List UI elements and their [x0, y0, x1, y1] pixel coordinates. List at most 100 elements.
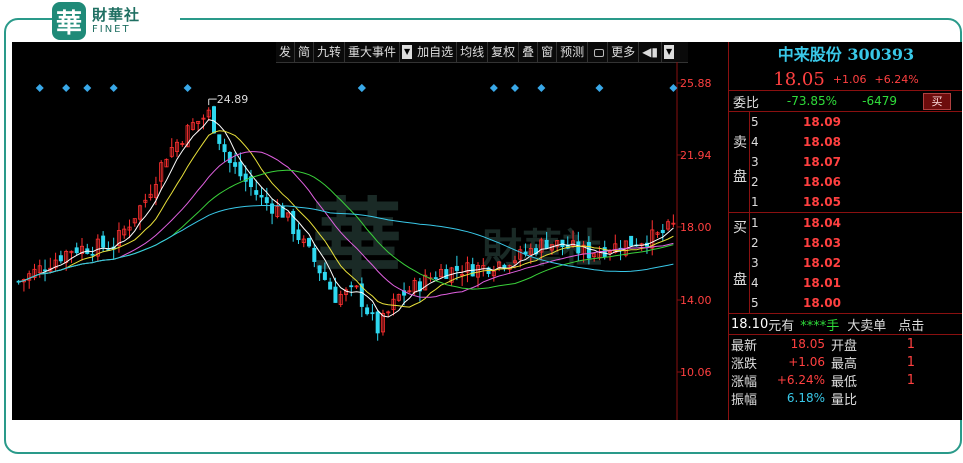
- toolbar-add-watchlist[interactable]: 加自选: [414, 42, 458, 62]
- event-marker-icon: [35, 84, 44, 92]
- y-tick-label: 14.00: [680, 294, 712, 307]
- candle-body: [296, 229, 301, 241]
- candle-body: [660, 229, 665, 234]
- y-tick-label: 25.88: [680, 77, 712, 90]
- trade-price: 18.10: [731, 316, 769, 332]
- y-tick-label: 21.94: [680, 149, 712, 162]
- trade-volume: ****手: [800, 318, 840, 334]
- price-row: 18.05 +1.06 +6.24%: [729, 68, 962, 90]
- kline-chart[interactable]: 25.8821.9418.0014.0010.06華 財華社24.89: [12, 62, 728, 420]
- sell-label-2: 盘: [733, 169, 747, 185]
- buy-label-2: 盘: [733, 272, 747, 288]
- quote-panel: 中来股份 300393 18.05 +1.06 +6.24% 委比 -73.85…: [728, 42, 962, 420]
- toolbar-jiuzhuan[interactable]: 九转: [314, 42, 346, 62]
- sell-label-1: 卖: [733, 135, 747, 151]
- click-link[interactable]: 点击: [898, 315, 924, 334]
- candle-body: [264, 197, 269, 204]
- candle-body: [629, 235, 634, 246]
- candle-body: [544, 239, 549, 249]
- candle-body: [211, 106, 216, 134]
- candle-body: [586, 242, 591, 259]
- candle-body: [349, 285, 354, 288]
- lock-icon[interactable]: [588, 42, 609, 62]
- candle-body: [307, 238, 312, 247]
- toolbar-window[interactable]: 窗: [538, 42, 558, 62]
- candle-body: [576, 241, 581, 254]
- logo-name-en: FINET: [92, 23, 131, 35]
- candle-body: [43, 269, 48, 272]
- candle-body: [375, 311, 380, 334]
- stat-row: 涨跌 +1.06 最高 1: [731, 354, 915, 372]
- candle-body: [222, 144, 227, 153]
- trade-line: 18.10 元有 ****手 大卖单 点击: [729, 314, 962, 334]
- sell-level[interactable]: 5 18.09: [751, 112, 911, 132]
- candle-body: [444, 269, 449, 279]
- y-tick-label: 18.00: [680, 221, 712, 234]
- event-marker-icon: [537, 84, 546, 92]
- last-price: 18.05: [773, 68, 825, 90]
- stat-row: 振幅 6.18% 量比: [731, 391, 858, 408]
- sell-level[interactable]: 4 18.08: [751, 132, 911, 152]
- event-marker-icon: [183, 84, 192, 92]
- events-dropdown-icon[interactable]: ▼: [402, 45, 413, 59]
- toolbar-more[interactable]: 更多: [608, 42, 640, 62]
- toolbar-major-events[interactable]: 重大事件: [345, 42, 401, 62]
- candle-body: [254, 190, 259, 195]
- event-marker-icon: [595, 84, 604, 92]
- candle-body: [238, 161, 243, 177]
- buy-book: 买 盘 1 18.04 2 18.03 3 18.02 4 18.01 5 18.00: [729, 213, 962, 313]
- stock-title: 中来股份 300393: [729, 42, 962, 68]
- buy-level[interactable]: 3 18.02: [751, 253, 911, 273]
- candle-body: [502, 264, 507, 269]
- stock-code: 300393: [847, 45, 915, 64]
- candle-body: [312, 247, 317, 262]
- sell-level[interactable]: 3 18.07: [751, 152, 911, 172]
- candle-body: [90, 253, 95, 256]
- toolbar-forecast[interactable]: 预测: [557, 42, 589, 62]
- candle-body: [328, 281, 333, 290]
- logo-mark: 華: [52, 2, 86, 40]
- sell-level[interactable]: 2 18.06: [751, 172, 911, 192]
- trading-screen: 发 简 九转 重大事件 ▼ 加自选 均线 复权 叠 窗 预测 更多 ◀▮ ▼ 2…: [12, 42, 962, 420]
- chart-toolbar: 发 简 九转 重大事件 ▼ 加自选 均线 复权 叠 窗 预测 更多 ◀▮ ▼: [276, 42, 688, 63]
- buy-level[interactable]: 2 18.03: [751, 233, 911, 253]
- finet-logo: 華 財華社 FINET: [52, 0, 180, 42]
- candle-body: [322, 271, 327, 280]
- candle-body: [317, 265, 322, 274]
- candle-body: [560, 239, 565, 248]
- buy-button[interactable]: 买: [923, 93, 951, 110]
- weibi-diff: -6479: [862, 94, 897, 108]
- weibi-label: 委比: [733, 95, 760, 111]
- buy-level[interactable]: 5 18.00: [751, 293, 911, 313]
- weibi-row: 委比 -73.85% -6479 买: [729, 91, 962, 111]
- toolbar-ma[interactable]: 均线: [457, 42, 489, 62]
- event-marker-icon: [489, 84, 498, 92]
- candle-body: [454, 265, 459, 271]
- candle-body: [101, 235, 106, 248]
- event-marker-icon: [510, 84, 519, 92]
- candle-body: [58, 255, 63, 262]
- toolbar-fa[interactable]: 发: [276, 42, 296, 62]
- sell-level[interactable]: 1 18.05: [751, 192, 911, 212]
- stat-row: 最新 18.05 开盘 1: [731, 336, 915, 354]
- toolbar-adjust[interactable]: 复权: [488, 42, 520, 62]
- buy-level[interactable]: 4 18.01: [751, 273, 911, 293]
- toolbar-jian[interactable]: 简: [295, 42, 315, 62]
- buy-level[interactable]: 1 18.04: [751, 213, 911, 233]
- candle-body: [433, 277, 438, 280]
- speaker-icon[interactable]: ◀▮: [639, 42, 663, 62]
- candle-body: [217, 134, 222, 144]
- weibi-pct: -73.85%: [786, 94, 837, 108]
- event-marker-icon: [62, 84, 71, 92]
- stats-table: 最新 18.05 开盘 1 涨跌 +1.06 最高 1 涨幅 +6.24% 最低 1 振幅 6…: [729, 335, 962, 408]
- sell-book: 卖 盘 5 18.09 4 18.08 3 18.07 2 18.06 1 18.05: [729, 112, 962, 212]
- more-dropdown-icon[interactable]: ▼: [664, 45, 675, 59]
- candle-body: [74, 247, 79, 254]
- candle-body: [233, 162, 238, 167]
- stat-row: 涨幅 +6.24% 最低 1: [731, 372, 915, 390]
- big-order-label: 大卖单: [847, 318, 887, 334]
- toolbar-overlay[interactable]: 叠: [519, 42, 539, 62]
- logo-name-cn: 財華社: [92, 5, 141, 24]
- price-change: +1.06: [832, 72, 867, 86]
- event-marker-icon: [109, 84, 118, 92]
